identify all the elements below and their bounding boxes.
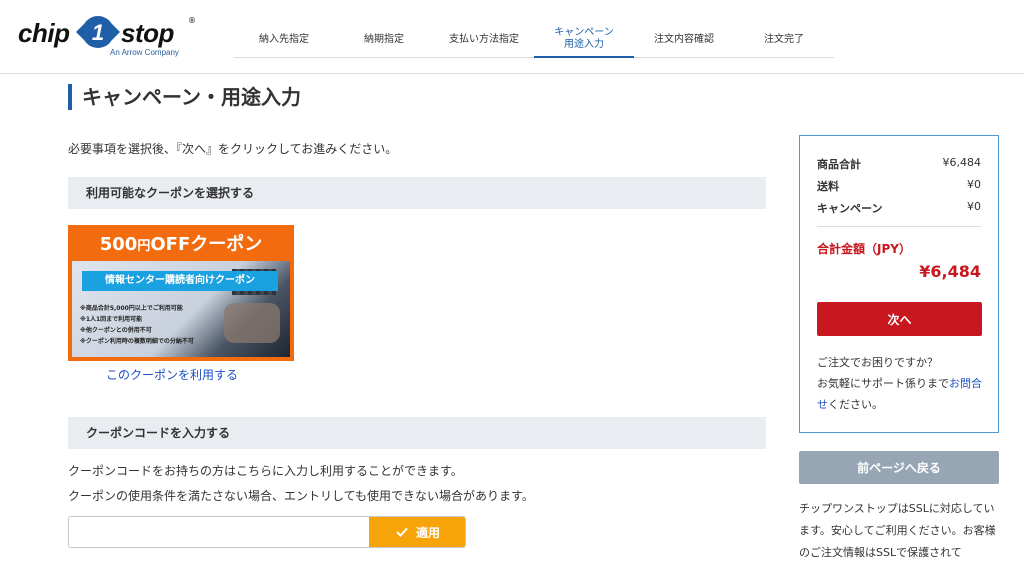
apply-coupon-button[interactable]: 適用	[369, 517, 465, 547]
header: chip 1 stop ® An Arrow Company 納入先指定 納期指…	[0, 0, 1024, 74]
coupon-code-section-heading: クーポンコードを入力する	[68, 417, 766, 449]
step-payment-method: 支払い方法指定	[449, 34, 519, 45]
logo-tagline: An Arrow Company	[110, 48, 179, 57]
next-button[interactable]: 次へ	[817, 302, 982, 336]
summary-row-campaign: キャンペーン ¥0	[817, 200, 981, 215]
coupon-condition: ※1人1回まで利用可能	[80, 316, 143, 323]
coupon-code-input[interactable]	[69, 517, 369, 547]
coupon-conditions: ※商品合計5,000円以上でご利用可能 ※1人1回まで利用可能 ※他クーポンとの…	[80, 303, 240, 347]
apply-label: 適用	[415, 525, 440, 540]
coupon-title: 500円OFFクーポン	[99, 234, 263, 255]
intro-text: 必要事項を選択後、『次へ』をクリックしてお進みください。	[68, 142, 398, 156]
coupon-condition: ※他クーポンとの併用不可	[80, 327, 152, 334]
coupon-section-heading: 利用可能なクーポンを選択する	[68, 177, 766, 209]
checkout-steps: 納入先指定 納期指定 支払い方法指定 キャンペーン 用途入力 注文内容確認 注文…	[234, 22, 834, 58]
step-campaign-usage: キャンペーン 用途入力	[534, 22, 634, 58]
logo-stop-text: stop	[121, 18, 174, 48]
chip1stop-logo[interactable]: chip 1 stop ® An Arrow Company	[18, 12, 198, 62]
step-order-confirm: 注文内容確認	[654, 34, 714, 45]
summary-divider	[817, 226, 981, 227]
page-title: キャンペーン・用途入力	[68, 84, 301, 110]
step-delivery-address: 納入先指定	[259, 34, 309, 45]
summary-row-subtotal: 商品合計 ¥6,484	[817, 156, 981, 171]
coupon-audience-label: 情報センター購読者向けクーポン	[82, 271, 278, 291]
summary-row-shipping: 送料 ¥0	[817, 178, 981, 193]
total-label: 合計金額（JPY）	[817, 242, 911, 256]
order-summary-panel: 商品合計 ¥6,484 送料 ¥0 キャンペーン ¥0 合計金額（JPY） ¥6,48…	[799, 135, 999, 433]
logo-chip-text: chip	[18, 18, 70, 48]
coupon-code-help-2: クーポンの使用条件を満たさない場合、エントリしても使用できない場合があります。	[68, 489, 534, 503]
coupon-code-help-1: クーポンコードをお持ちの方はこちらに入力し利用することができます。	[68, 464, 463, 478]
support-help-text: ご注文でお困りですか？ お気軽にサポート係りまでお問合せください。	[817, 356, 982, 411]
coupon-code-form: 適用	[68, 516, 466, 548]
logo-chip-icon: 1	[76, 16, 120, 48]
check-icon	[396, 527, 408, 537]
use-coupon-link[interactable]: このクーポンを利用する	[106, 366, 238, 383]
step-delivery-date: 納期指定	[364, 34, 404, 45]
coupon-banner-image[interactable]: 500円OFFクーポン 情報センター購読者向けクーポン ※商品合計5,000円以…	[68, 225, 294, 361]
coupon-condition: ※クーポン利用時の複数明細での分納不可	[80, 338, 194, 345]
ssl-notice: チップワンストップはSSLに対応しています。安心してご利用ください。お客様のご注…	[799, 502, 996, 559]
logo-one-text: 1	[92, 20, 104, 45]
step-order-complete: 注文完了	[764, 34, 804, 45]
total-value: ¥6,484	[919, 262, 981, 281]
back-button[interactable]: 前ページへ戻る	[799, 451, 999, 484]
coupon-condition: ※商品合計5,000円以上でご利用可能	[80, 305, 183, 312]
logo-registered-mark: ®	[188, 16, 196, 25]
